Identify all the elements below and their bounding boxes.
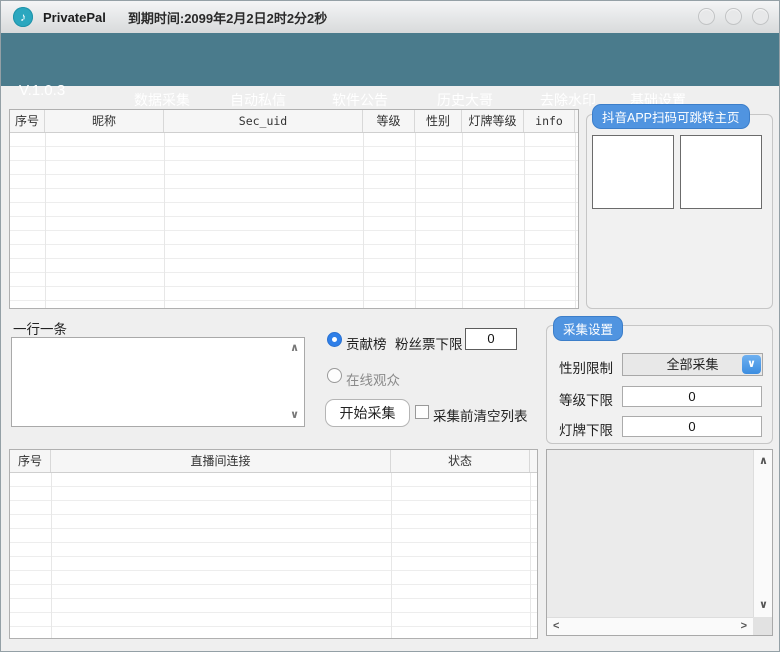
maximize-button[interactable]: [725, 8, 742, 25]
user-table: 序号 昵称 Sec_uid 等级 性别 灯牌等级 info: [9, 109, 579, 309]
level-min-input[interactable]: 0: [622, 386, 762, 407]
qr-groupbox: 抖音APP扫码可跳转主页: [586, 114, 773, 309]
collect-settings-groupbox: 采集设置 性别限制 全部采集 ∨ 等级下限 0 灯牌下限 0: [546, 325, 773, 444]
level-min-label: 等级下限: [559, 389, 613, 409]
window-controls: [698, 8, 769, 25]
qr-code-right: [680, 135, 762, 209]
room-table: 序号 直播间连接 状态: [9, 449, 538, 639]
col-filler: [575, 110, 578, 132]
scroll-right-icon[interactable]: >: [741, 621, 747, 632]
col-nickname[interactable]: 昵称: [45, 110, 164, 132]
scrollbar-corner: [753, 617, 772, 635]
chevron-down-icon[interactable]: ∨: [742, 355, 761, 374]
radio-online-label[interactable]: 在线观众: [346, 369, 400, 389]
collect-settings-title: 采集设置: [553, 316, 623, 341]
gender-limit-select[interactable]: 全部采集 ∨: [622, 353, 763, 376]
col-sec-uid[interactable]: Sec_uid: [164, 110, 363, 132]
log-panel: ∧ ∨ < >: [546, 449, 773, 636]
gender-limit-label: 性别限制: [559, 357, 613, 377]
clear-before-collect-label[interactable]: 采集前清空列表: [433, 405, 528, 425]
nav-item-data-collect[interactable]: 数据采集: [134, 90, 190, 110]
textarea-scroll-up-icon[interactable]: ∧: [290, 343, 299, 354]
fan-ticket-label: 粉丝票下限: [395, 333, 463, 353]
scroll-up-icon[interactable]: ∧: [759, 456, 768, 467]
radio-contribution-label[interactable]: 贡献榜: [346, 333, 387, 353]
badge-min-label: 灯牌下限: [559, 419, 613, 439]
room-links-textarea[interactable]: ∧ ∨: [11, 337, 305, 427]
app-title: PrivatePal: [43, 10, 106, 25]
fan-ticket-input[interactable]: 0: [465, 328, 517, 350]
col-index[interactable]: 序号: [10, 110, 45, 132]
version-label: V.1.0.3: [19, 82, 65, 99]
col-badge-level[interactable]: 灯牌等级: [462, 110, 524, 132]
badge-min-input[interactable]: 0: [622, 416, 762, 437]
user-table-header: 序号 昵称 Sec_uid 等级 性别 灯牌等级 info: [10, 110, 578, 133]
nav-item-history[interactable]: 历史大哥: [437, 90, 493, 110]
app-window: ♪ PrivatePal 到期时间:2099年2月2日2时2分2秒 V.1.0.…: [0, 0, 780, 652]
col-room-filler: [530, 450, 537, 472]
horizontal-scrollbar[interactable]: < >: [547, 617, 753, 635]
room-table-body[interactable]: [10, 473, 537, 638]
col-room-index[interactable]: 序号: [10, 450, 51, 472]
qr-group-title: 抖音APP扫码可跳转主页: [592, 104, 750, 129]
minimize-button[interactable]: [698, 8, 715, 25]
textarea-scroll-down-icon[interactable]: ∨: [290, 410, 299, 421]
clear-before-collect-checkbox[interactable]: [415, 405, 429, 419]
radio-online-viewers[interactable]: [327, 368, 342, 383]
qr-code-left: [592, 135, 674, 209]
radio-contribution-list[interactable]: [327, 332, 342, 347]
start-collect-button[interactable]: 开始采集: [325, 399, 410, 427]
one-per-line-label: 一行一条: [13, 318, 67, 338]
douyin-note-icon: ♪: [13, 7, 33, 27]
col-level[interactable]: 等级: [363, 110, 415, 132]
room-table-header: 序号 直播间连接 状态: [10, 450, 537, 473]
col-room-link[interactable]: 直播间连接: [51, 450, 391, 472]
nav-item-announcement[interactable]: 软件公告: [332, 90, 388, 110]
col-info[interactable]: info: [524, 110, 575, 132]
nav-item-watermark[interactable]: 去除水印: [540, 90, 596, 110]
gender-limit-value: 全部采集: [666, 357, 718, 372]
scroll-left-icon[interactable]: <: [553, 621, 559, 632]
col-room-status[interactable]: 状态: [391, 450, 530, 472]
expiry-time-text: 到期时间:2099年2月2日2时2分2秒: [128, 8, 327, 27]
user-table-body[interactable]: [10, 133, 578, 308]
scroll-down-icon[interactable]: ∨: [759, 600, 768, 611]
nav-item-auto-message[interactable]: 自动私信: [230, 90, 286, 110]
col-gender[interactable]: 性别: [415, 110, 462, 132]
nav-bar: V.1.0.3 数据采集 自动私信 软件公告 历史大哥 去除水印 基础设置: [1, 33, 779, 86]
title-bar: ♪ PrivatePal 到期时间:2099年2月2日2时2分2秒: [1, 1, 779, 33]
vertical-scrollbar[interactable]: ∧ ∨: [753, 450, 772, 617]
close-button[interactable]: [752, 8, 769, 25]
